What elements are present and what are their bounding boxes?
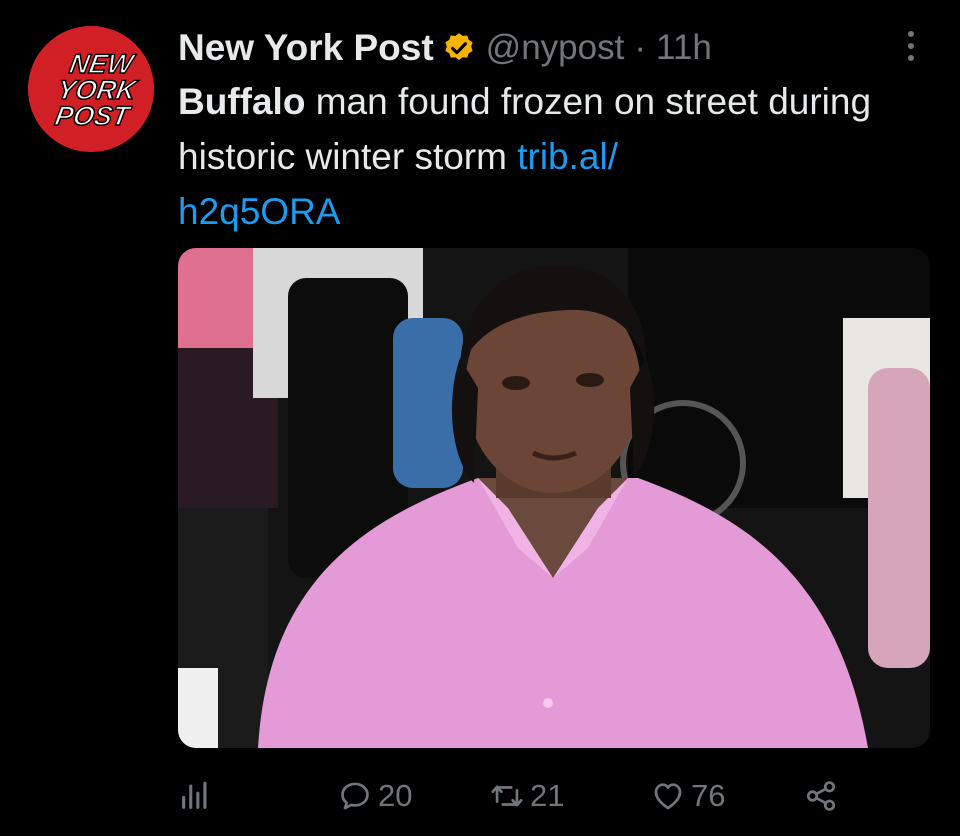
tweet-header: New York Post @nypost · 11h bbox=[178, 22, 712, 74]
more-options-icon[interactable] bbox=[896, 26, 926, 66]
verified-badge-icon bbox=[445, 33, 473, 61]
photo-illustration bbox=[178, 248, 930, 748]
retweet-icon bbox=[491, 785, 523, 807]
like-count: 76 bbox=[691, 778, 726, 813]
like-button[interactable]: 76 bbox=[651, 772, 725, 820]
avatar[interactable]: NEW YORK POST bbox=[28, 26, 154, 152]
retweet-button[interactable]: 21 bbox=[490, 772, 564, 820]
share-button[interactable] bbox=[804, 772, 838, 820]
author-handle[interactable]: @nypost bbox=[486, 28, 625, 68]
reply-count: 20 bbox=[378, 778, 413, 813]
reply-button[interactable]: 20 bbox=[338, 772, 412, 820]
retweet-count: 21 bbox=[530, 778, 565, 813]
tweet-photo[interactable] bbox=[178, 248, 930, 748]
heart-icon bbox=[654, 783, 682, 810]
nypost-logo: NEW YORK POST bbox=[28, 26, 154, 152]
logo-line-3: POST bbox=[53, 100, 134, 131]
separator-dot: · bbox=[634, 28, 646, 67]
share-icon bbox=[806, 781, 836, 811]
analytics-icon bbox=[182, 781, 207, 809]
tweet-link-part2: h2q5ORA bbox=[178, 191, 341, 232]
tweet-text: Buffalo man found frozen on street durin… bbox=[178, 74, 878, 239]
views-button[interactable] bbox=[178, 772, 212, 820]
tweet-link-part1: trib.al/ bbox=[517, 136, 618, 177]
tweet-actions: 20 21 76 bbox=[178, 772, 858, 820]
tweet-time[interactable]: 11h bbox=[656, 28, 712, 68]
tweet-bold-word: Buffalo bbox=[178, 81, 306, 122]
author-name[interactable]: New York Post bbox=[178, 27, 434, 69]
reply-icon bbox=[341, 782, 369, 810]
